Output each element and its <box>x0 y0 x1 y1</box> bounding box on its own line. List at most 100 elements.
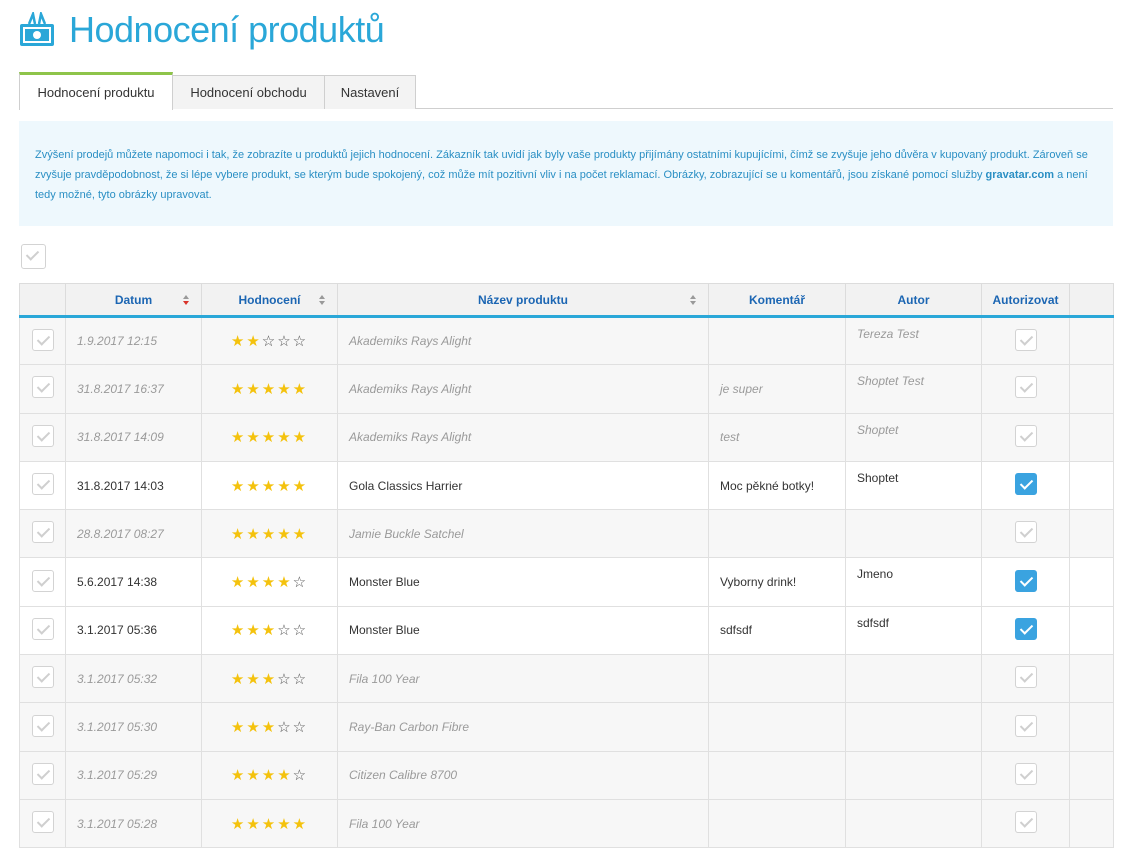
star-filled-icon: ★ <box>277 429 293 447</box>
row-select-cell <box>19 412 66 462</box>
star-filled-icon: ★ <box>261 429 278 447</box>
row-select-checkbox[interactable] <box>31 521 54 544</box>
row-select-checkbox[interactable] <box>31 617 54 640</box>
tab-settings[interactable]: Nastavení <box>324 75 416 109</box>
extra-cell <box>1069 605 1114 656</box>
date-cell: 31.8.2017 16:37 <box>65 364 202 414</box>
table-row: 31.8.2017 14:03 ★★★★★ Gola Classics Harrie… <box>19 460 1114 511</box>
star-filled-icon: ★ <box>261 767 278 785</box>
author-cell <box>845 702 982 752</box>
date-header-label: Datum <box>114 292 153 307</box>
authorize-checkbox[interactable] <box>1014 569 1037 592</box>
comment-cell: sdfsdf <box>708 605 846 656</box>
star-filled-icon: ★ <box>230 670 247 688</box>
author-cell: Shoptet Test <box>845 364 982 414</box>
star-empty-icon: ☆ <box>292 622 309 640</box>
star-filled-icon: ★ <box>292 477 309 495</box>
extra-cell <box>1069 750 1114 800</box>
comment-cell: je super <box>708 364 846 414</box>
star-filled-icon: ★ <box>277 525 293 543</box>
star-empty-icon: ☆ <box>277 719 293 737</box>
row-select-checkbox[interactable] <box>31 666 54 689</box>
comment-column-header: Komentář <box>708 283 846 318</box>
rating-stars: ★★★★★ <box>201 364 338 414</box>
authorize-checkbox[interactable] <box>1014 617 1037 640</box>
row-select-checkbox[interactable] <box>31 376 54 399</box>
rating-stars: ★★★★★ <box>201 412 338 462</box>
authorize-checkbox[interactable] <box>1014 811 1037 834</box>
row-select-cell <box>19 315 66 366</box>
row-select-checkbox[interactable] <box>31 473 54 496</box>
star-filled-icon: ★ <box>246 574 262 592</box>
tab-product-ratings[interactable]: Hodnocení produktu <box>19 72 173 110</box>
authorize-checkbox[interactable] <box>1014 424 1037 447</box>
table-row: 31.8.2017 14:09 ★★★★★ Akademiks Rays Aligh… <box>19 412 1114 462</box>
authorize-checkbox[interactable] <box>1014 376 1037 399</box>
tab-bar: Hodnocení produktu Hodnocení obchodu Nas… <box>19 72 1113 110</box>
table-row: 3.1.2017 05:36 ★★★☆☆ Monster Blue sdfsdf sdf… <box>19 605 1114 656</box>
star-filled-icon: ★ <box>246 525 262 543</box>
tab-shop-ratings[interactable]: Hodnocení obchodu <box>172 75 325 109</box>
star-filled-icon: ★ <box>246 622 262 640</box>
star-filled-icon: ★ <box>246 429 262 447</box>
bulk-select-checkbox[interactable] <box>21 244 46 269</box>
date-cell: 3.1.2017 05:32 <box>65 654 202 704</box>
rating-column-header[interactable]: Hodnocení <box>201 283 338 318</box>
row-select-checkbox[interactable] <box>31 424 54 447</box>
row-select-checkbox[interactable] <box>31 569 54 592</box>
authorize-checkbox[interactable] <box>1014 666 1037 689</box>
star-filled-icon: ★ <box>277 380 293 398</box>
row-select-cell <box>19 509 66 559</box>
product-name-cell: Monster Blue <box>337 605 709 656</box>
row-select-checkbox[interactable] <box>31 328 54 351</box>
sort-icon[interactable] <box>183 295 189 305</box>
row-select-checkbox[interactable] <box>31 762 54 785</box>
star-filled-icon: ★ <box>246 767 262 785</box>
authorize-checkbox[interactable] <box>1014 328 1037 351</box>
date-cell: 5.6.2017 14:38 <box>65 557 202 607</box>
table-row: 3.1.2017 05:30 ★★★☆☆ Ray-Ban Carbon Fibre <box>19 702 1114 752</box>
authorize-checkbox[interactable] <box>1014 714 1037 737</box>
extra-cell <box>1069 412 1114 462</box>
rating-stars: ★★★★★ <box>201 509 338 559</box>
comment-cell <box>708 509 846 559</box>
product-column-header[interactable]: Název produktu <box>337 283 709 318</box>
table-row: 3.1.2017 05:29 ★★★★☆ Citizen Calibre 8700 <box>19 750 1114 800</box>
star-filled-icon: ★ <box>261 525 278 543</box>
star-filled-icon: ★ <box>261 622 278 640</box>
authorize-cell <box>981 605 1070 656</box>
comment-cell: Vyborny drink! <box>708 557 846 607</box>
authorize-cell <box>981 557 1070 607</box>
date-cell: 1.9.2017 12:15 <box>65 315 202 366</box>
author-cell <box>845 654 982 704</box>
extra-column-header <box>1069 283 1114 318</box>
star-filled-icon: ★ <box>277 815 293 833</box>
star-filled-icon: ★ <box>230 767 247 785</box>
extra-cell <box>1069 702 1114 752</box>
row-select-cell <box>19 750 66 800</box>
date-cell: 3.1.2017 05:30 <box>65 702 202 752</box>
star-filled-icon: ★ <box>230 477 247 495</box>
table-header-row: Datum Hodnocení Název produktu Komentář … <box>19 283 1114 318</box>
comment-cell <box>708 654 846 704</box>
authorize-checkbox[interactable] <box>1014 521 1037 544</box>
comment-cell: Moc pěkné botky! <box>708 460 846 511</box>
sort-icon[interactable] <box>319 295 325 305</box>
date-column-header[interactable]: Datum <box>65 283 202 318</box>
row-select-checkbox[interactable] <box>31 714 54 737</box>
star-filled-icon: ★ <box>230 815 247 833</box>
sort-icon[interactable] <box>690 295 696 305</box>
product-name-cell: Citizen Calibre 8700 <box>337 750 709 800</box>
row-select-checkbox[interactable] <box>31 811 54 834</box>
row-select-cell <box>19 557 66 607</box>
info-box: Zvýšení prodejů můžete napomoci i tak, ž… <box>19 121 1113 226</box>
author-cell: Jmeno <box>845 557 982 607</box>
star-filled-icon: ★ <box>261 719 278 737</box>
authorize-checkbox[interactable] <box>1014 762 1037 785</box>
extra-cell <box>1069 364 1114 414</box>
author-cell <box>845 750 982 800</box>
rating-stars: ★★★★★ <box>201 460 338 511</box>
gravatar-link[interactable]: gravatar.com <box>986 169 1054 181</box>
authorize-checkbox[interactable] <box>1014 473 1037 496</box>
page-header: Hodnocení produktů <box>19 8 385 52</box>
